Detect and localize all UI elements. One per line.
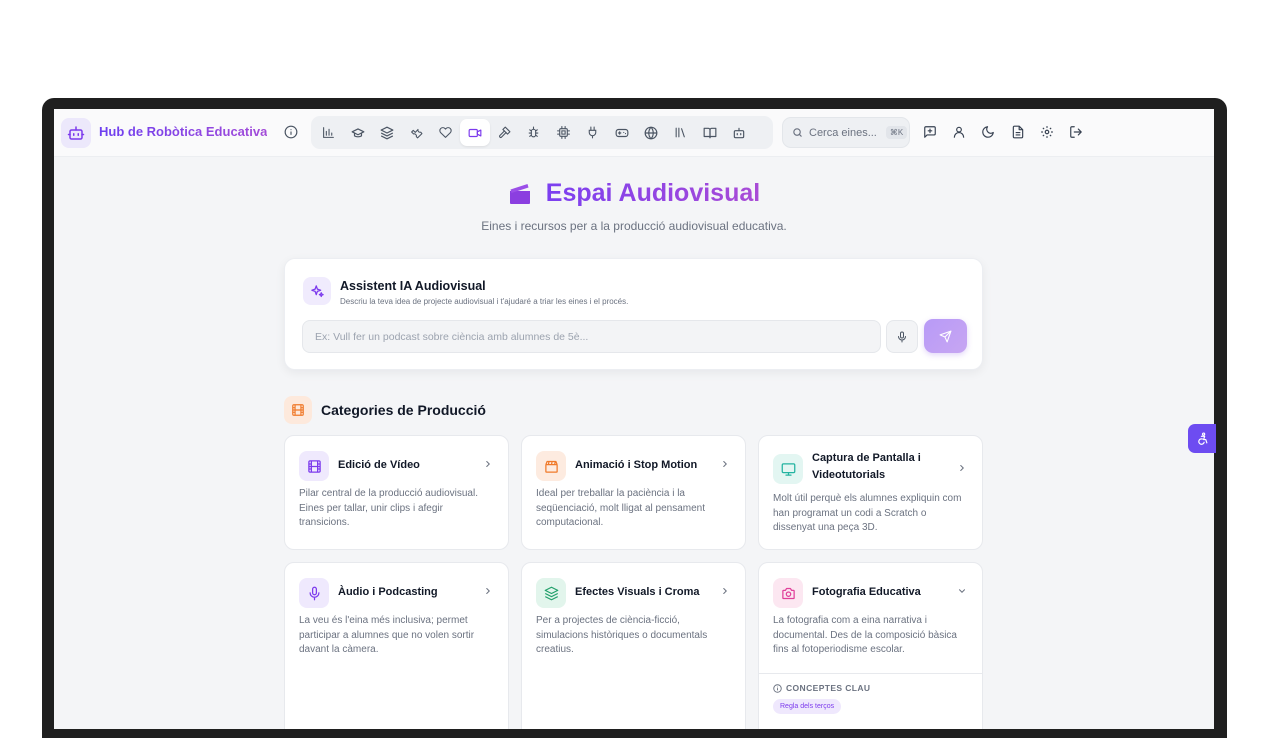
tools-nav <box>311 116 773 149</box>
info-icon[interactable] <box>282 123 300 141</box>
globe-icon[interactable] <box>636 119 665 146</box>
chevron-right-icon[interactable] <box>482 458 494 470</box>
microphone-icon <box>299 578 329 608</box>
card-divider <box>759 673 982 674</box>
category-title: Animació i Stop Motion <box>575 459 698 471</box>
category-card-visual-effects[interactable]: Efectes Visuals i Croma Per a projectes … <box>521 562 746 729</box>
microphone-icon[interactable] <box>886 320 918 353</box>
assistant-title: Assistent IA Audiovisual <box>340 279 486 293</box>
clapperboard-icon <box>509 183 530 204</box>
heart-icon[interactable] <box>431 119 460 146</box>
brand-title[interactable]: Hub de Robòtica Educativa <box>99 124 267 139</box>
chevron-right-icon[interactable] <box>719 585 731 597</box>
sparkles-icon <box>303 277 331 305</box>
categories-title: Categories de Producció <box>321 402 486 418</box>
app-screen: Hub de Robòtica Educativa Cerca eines...… <box>54 109 1214 729</box>
toolbar-right <box>915 121 1091 143</box>
concept-tag[interactable]: Regla dels terços <box>773 699 842 714</box>
robot-logo-icon[interactable] <box>61 118 91 148</box>
category-title: Efectes Visuals i Croma <box>575 586 700 598</box>
category-title: Àudio i Podcasting <box>338 586 438 598</box>
bar-chart-icon[interactable] <box>314 119 343 146</box>
category-description: La veu és l'eina més inclusiva; permet p… <box>299 615 475 655</box>
page-title-row: Espai Audiovisual <box>508 179 760 208</box>
category-description: La fotografia com a eina narrativa i doc… <box>773 615 957 655</box>
category-card-screen-capture[interactable]: Captura de Pantalla i Videotutorials Mol… <box>758 435 983 550</box>
robot-icon[interactable] <box>724 119 753 146</box>
user-icon[interactable] <box>944 121 973 143</box>
plug-icon[interactable] <box>578 119 607 146</box>
key-concepts-label: CONCEPTES CLAU <box>773 683 870 693</box>
camera-icon <box>773 578 803 608</box>
chevron-down-icon[interactable] <box>956 585 968 597</box>
top-bar: Hub de Robòtica Educativa Cerca eines...… <box>54 109 1214 157</box>
assistant-description: Descriu la teva idea de projecte audiovi… <box>340 297 629 306</box>
key-concepts-text: CONCEPTES CLAU <box>786 683 871 693</box>
layers-icon <box>536 578 566 608</box>
chevron-right-icon[interactable] <box>719 458 731 470</box>
page-header: Espai Audiovisual Eines i recursos per a… <box>54 179 1214 233</box>
settings-icon[interactable] <box>1032 121 1061 143</box>
film-icon <box>284 396 312 424</box>
page-subtitle: Eines i recursos per a la producció audi… <box>481 218 787 233</box>
search-icon <box>793 128 802 137</box>
search-placeholder: Cerca eines... <box>809 126 877 139</box>
clapperboard-icon <box>536 451 566 481</box>
category-card-audio-podcasting[interactable]: Àudio i Podcasting La veu és l'eina més … <box>284 562 509 729</box>
monitor-icon <box>773 454 803 484</box>
cpu-icon[interactable] <box>548 119 577 146</box>
page-title: Espai Audiovisual <box>545 179 761 207</box>
search-shortcut: ⌘K <box>885 126 908 139</box>
library-icon[interactable] <box>666 119 695 146</box>
feedback-icon[interactable] <box>915 121 944 143</box>
category-card-animation[interactable]: Animació i Stop Motion Ideal per treball… <box>521 435 746 550</box>
wrench-icon[interactable] <box>402 119 431 146</box>
chevron-right-icon[interactable] <box>482 585 494 597</box>
document-icon[interactable] <box>1003 121 1032 143</box>
category-card-photography[interactable]: Fotografia Educativa La fotografia com a… <box>758 562 983 729</box>
video-icon[interactable] <box>460 119 490 146</box>
accessibility-button[interactable] <box>1188 424 1216 453</box>
book-open-icon[interactable] <box>695 119 724 146</box>
layers-icon[interactable] <box>373 119 402 146</box>
category-title: Fotografia Educativa <box>812 586 921 598</box>
category-description: Pilar central de la producció audiovisua… <box>299 488 478 528</box>
ai-assistant-card: Assistent IA Audiovisual Descriu la teva… <box>284 258 983 370</box>
assistant-prompt-input[interactable] <box>302 320 881 353</box>
film-icon <box>299 451 329 481</box>
moon-icon[interactable] <box>974 121 1003 143</box>
info-icon <box>773 683 782 693</box>
category-description: Ideal per treballar la paciència i la se… <box>536 488 705 528</box>
send-button[interactable] <box>924 319 967 353</box>
graduation-cap-icon[interactable] <box>343 119 372 146</box>
category-card-video-editing[interactable]: Edició de Vídeo Pilar central de la prod… <box>284 435 509 550</box>
accessibility-icon <box>1197 432 1207 445</box>
category-description: Per a projectes de ciència-ficció, simul… <box>536 615 708 655</box>
category-description: Molt útil perquè els alumnes expliquin c… <box>773 493 962 533</box>
gamepad-icon[interactable] <box>607 119 636 146</box>
bug-icon[interactable] <box>519 119 548 146</box>
category-title: Captura de Pantalla i Videotutorials <box>812 452 921 481</box>
hammer-icon[interactable] <box>490 119 519 146</box>
chevron-right-icon[interactable] <box>956 462 968 474</box>
category-title: Edició de Vídeo <box>338 459 420 471</box>
categories-header: Categories de Producció <box>284 396 486 424</box>
send-icon <box>939 330 952 342</box>
logout-icon[interactable] <box>1061 121 1090 143</box>
search-box[interactable]: Cerca eines... ⌘K <box>782 117 910 148</box>
